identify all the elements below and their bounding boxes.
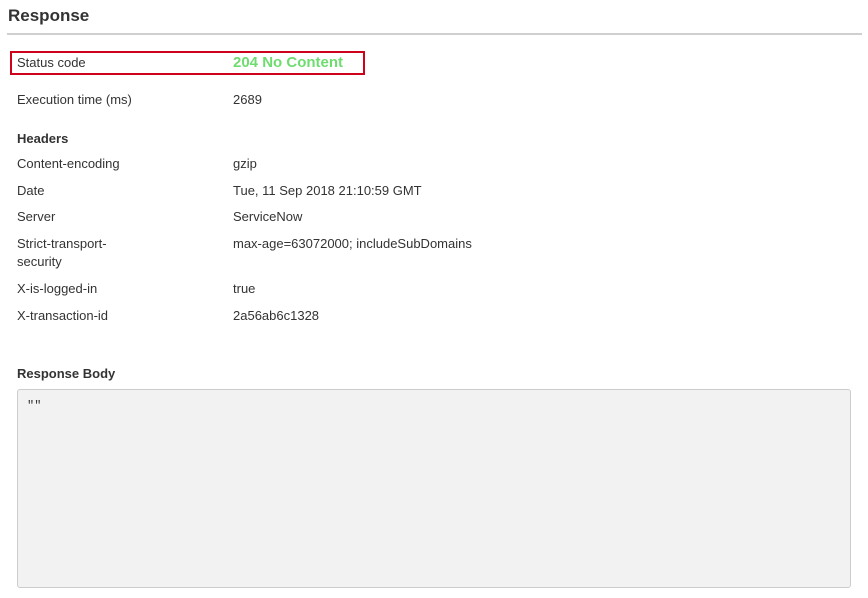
status-code-value: 204 No Content	[233, 54, 344, 71]
response-body-box[interactable]: ""	[17, 389, 851, 588]
header-name-x-is-logged-in: X-is-logged-in	[17, 281, 98, 296]
execution-time-label: Execution time (ms)	[17, 92, 132, 107]
header-name-date: Date	[17, 183, 45, 198]
header-value-x-transaction-id: 2a56ab6c1328	[233, 308, 320, 323]
response-body-heading: Response Body	[17, 366, 116, 381]
header-value-content-encoding: gzip	[233, 156, 257, 171]
execution-time-value: 2689	[233, 92, 262, 107]
header-name-strict-transport-security: Strict-transport-security	[17, 236, 107, 269]
header-name-content-encoding: Content-encoding	[17, 156, 120, 171]
response-title: Response	[8, 6, 90, 25]
header-value-server: ServiceNow	[233, 209, 303, 224]
headers-heading: Headers	[17, 131, 69, 146]
header-name-server: Server	[17, 209, 56, 224]
title-divider	[7, 33, 862, 35]
header-value-date: Tue, 11 Sep 2018 21:10:59 GMT	[233, 183, 422, 198]
header-name-x-transaction-id: X-transaction-id	[17, 308, 109, 323]
status-code-label: Status code	[17, 55, 86, 70]
header-value-x-is-logged-in: true	[233, 281, 256, 296]
response-body-content: ""	[27, 399, 42, 413]
response-panel: Response Status code 204 No Content Exec…	[0, 0, 868, 598]
header-value-strict-transport-security: max-age=63072000; includeSubDomains	[233, 236, 472, 251]
